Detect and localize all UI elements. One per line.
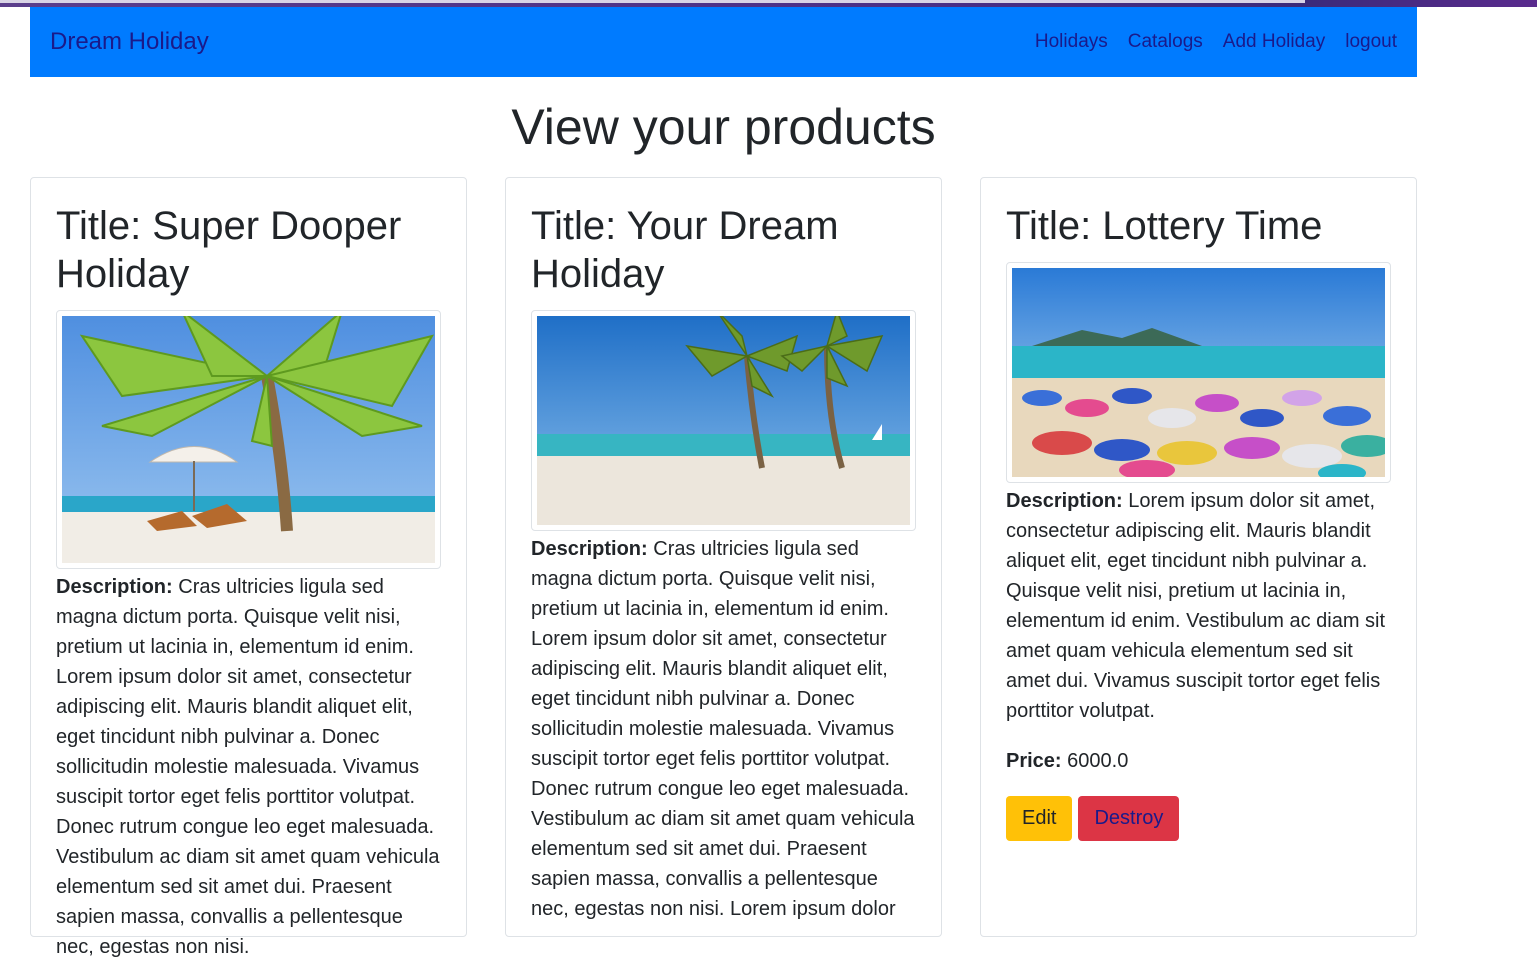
card-price: Price: 6000.0 — [1006, 746, 1391, 776]
navbar-brand[interactable]: Dream Holiday — [50, 28, 209, 56]
nav-link-catalogs[interactable]: Catalogs — [1128, 31, 1203, 53]
palm-beach-image — [537, 316, 910, 525]
destroy-button[interactable]: Destroy — [1078, 796, 1180, 841]
description-label: Description: — [1006, 490, 1123, 512]
product-image — [1006, 262, 1391, 483]
price-label: Price: — [1006, 750, 1062, 772]
nav-link-logout[interactable]: logout — [1345, 31, 1397, 53]
navbar: Dream Holiday Holidays Catalogs Add Holi… — [30, 7, 1417, 77]
page-title: View your products — [511, 99, 936, 155]
product-card: Title: Lottery Time Description: Lorem i… — [980, 177, 1417, 937]
price-value: 6000.0 — [1061, 750, 1129, 772]
description-text: Cras ultricies ligula sed magna dictum p… — [531, 538, 915, 920]
palm-beach-image — [62, 316, 435, 563]
nav-link-add-holiday[interactable]: Add Holiday — [1223, 31, 1325, 53]
browser-top-stripe — [0, 0, 1537, 7]
navbar-links: Holidays Catalogs Add Holiday logout — [1035, 31, 1397, 53]
description-text: Lorem ipsum dolor sit amet, consectetur … — [1006, 490, 1386, 722]
product-image — [56, 310, 441, 569]
description-label: Description: — [56, 576, 173, 598]
edit-button[interactable]: Edit — [1006, 796, 1073, 841]
card-title: Title: Your Dream Holiday — [531, 204, 839, 296]
description-text: Cras ultricies ligula sed magna dictum p… — [56, 576, 440, 958]
card-title: Title: Super Dooper Holiday — [56, 204, 402, 296]
product-card: Title: Your Dream Holiday Description: C… — [505, 177, 942, 937]
product-card: Title: Super Dooper Holiday Description:… — [30, 177, 467, 958]
umbrella-beach-image — [1012, 268, 1385, 477]
card-title: Title: Lottery Time — [1006, 204, 1323, 248]
description-label: Description: — [531, 538, 648, 560]
card-description: Description: Lorem ipsum dolor sit amet,… — [1006, 486, 1391, 726]
card-description: Description: Cras ultricies ligula sed m… — [56, 572, 441, 962]
nav-link-holidays[interactable]: Holidays — [1035, 31, 1108, 53]
product-image — [531, 310, 916, 531]
card-description: Description: Cras ultricies ligula sed m… — [531, 534, 916, 924]
card-actions: Edit Destroy — [1006, 796, 1391, 841]
